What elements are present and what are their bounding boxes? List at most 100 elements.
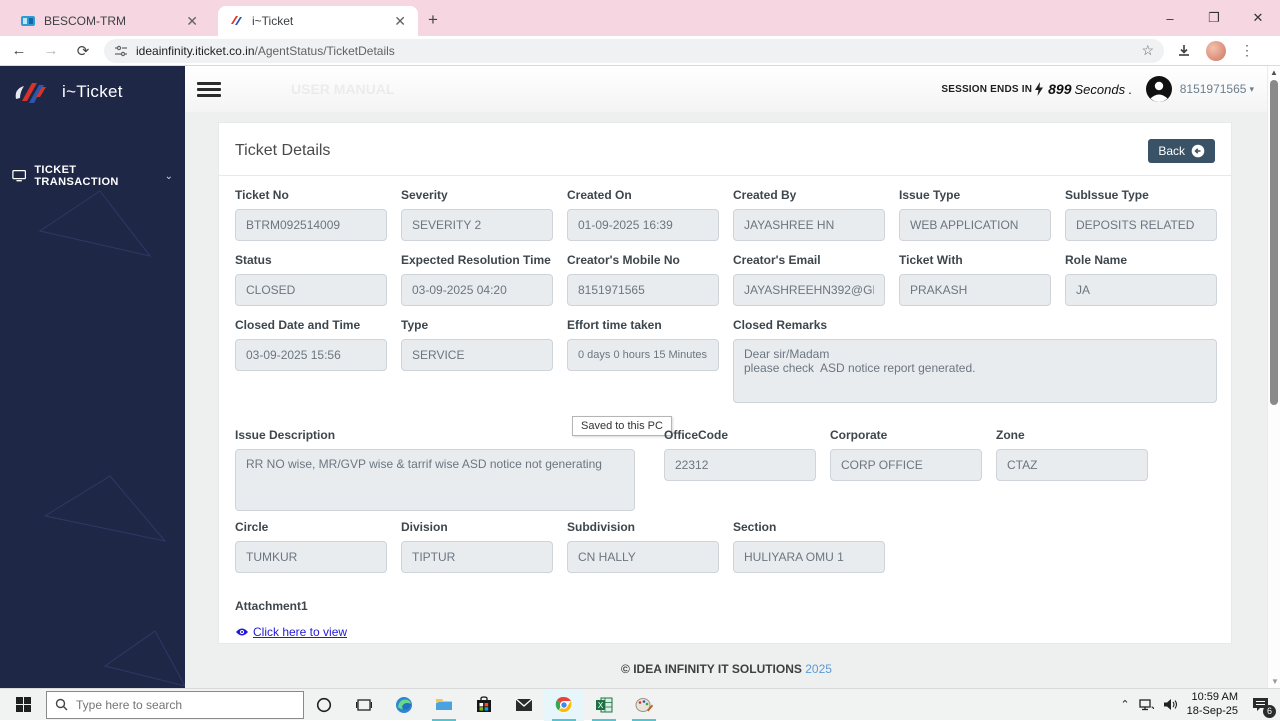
reload-icon[interactable]: ⟳: [70, 42, 96, 60]
status-field[interactable]: [235, 274, 387, 306]
tab-bescom-trm[interactable]: BESCOM-TRM ✕: [10, 6, 210, 36]
iticket-favicon-icon: [231, 16, 242, 25]
download-icon[interactable]: [1176, 43, 1192, 59]
role-name-field[interactable]: [1065, 274, 1217, 306]
scrollbar-thumb[interactable]: [1270, 80, 1278, 405]
user-manual-link[interactable]: USER MANUAL: [291, 81, 394, 97]
field-label: Created By: [733, 188, 797, 202]
start-button[interactable]: [0, 689, 46, 721]
chrome-button[interactable]: [544, 688, 584, 721]
user-id-dropdown[interactable]: 8151971565: [1180, 82, 1247, 96]
field-label: Corporate: [830, 428, 888, 442]
tray-chevron-icon[interactable]: ⌃: [1120, 698, 1129, 711]
cortana-button[interactable]: [304, 689, 344, 721]
subdivision-field[interactable]: [567, 541, 719, 573]
corporate-field[interactable]: [830, 449, 982, 481]
field-label: Subdivision: [567, 520, 636, 534]
divider: [219, 175, 1231, 176]
new-tab-button[interactable]: +: [428, 10, 438, 30]
field-row-5: Circle Division Subdivision Section: [219, 520, 1231, 573]
volume-icon[interactable]: [1163, 698, 1179, 711]
closed-remarks-field[interactable]: Dear sir/Madam please check ASD notice r…: [733, 339, 1217, 403]
field-label: Effort time taken: [567, 318, 662, 332]
page-content: Ticket Details Back Ticket No Severity C…: [185, 112, 1268, 688]
division-field[interactable]: [401, 541, 553, 573]
app-window: i~Ticket TICKET TRANSACTION ⌄ USER MANUA…: [0, 66, 1280, 688]
attachment-view-link[interactable]: Click here to view: [235, 625, 1215, 639]
vertical-scrollbar[interactable]: ▲ ▼: [1267, 66, 1280, 688]
edge-icon: [396, 696, 412, 713]
field-label: Closed Remarks: [733, 318, 828, 332]
issue-type-field[interactable]: [899, 209, 1051, 241]
issue-description-field[interactable]: RR NO wise, MR/GVP wise & tarrif wise AS…: [235, 449, 635, 511]
url-bar[interactable]: ideainfinity.iticket.co.in/AgentStatus/T…: [104, 38, 1164, 63]
edge-button[interactable]: [384, 689, 424, 721]
tab-iticket[interactable]: i~Ticket ✕: [218, 6, 418, 36]
site-settings-icon[interactable]: [114, 44, 128, 58]
chrome-menu-icon[interactable]: ⋮: [1240, 42, 1254, 59]
browser-titlebar: BESCOM-TRM ✕ i~Ticket ✕ + – ❐ ✕: [0, 0, 1280, 36]
field-label: Division: [401, 520, 448, 534]
notification-badge: 6: [1263, 704, 1276, 718]
ticket-details-panel: Ticket Details Back Ticket No Severity C…: [218, 122, 1232, 644]
paint-button[interactable]: [624, 689, 664, 721]
url-path: /AgentStatus/TicketDetails: [254, 43, 395, 58]
back-button[interactable]: Back: [1148, 139, 1215, 163]
bookmark-star-icon[interactable]: ☆: [1141, 42, 1154, 59]
field-label: Ticket With: [899, 253, 963, 267]
effort-time-field[interactable]: [567, 339, 719, 371]
circle-field[interactable]: [235, 541, 387, 573]
section-field[interactable]: [733, 541, 885, 573]
severity-field[interactable]: [401, 209, 553, 241]
taskbar-clock[interactable]: 10:59 AM 18-Sep-25: [1187, 691, 1238, 719]
sidebar-pattern: [38, 190, 152, 257]
ticket-no-field[interactable]: [235, 209, 387, 241]
window-controls: – ❐ ✕: [1148, 0, 1280, 36]
browser-profile-avatar[interactable]: [1206, 40, 1226, 61]
scrollbar-up-icon[interactable]: ▲: [1270, 68, 1278, 77]
network-icon[interactable]: [1138, 698, 1155, 712]
field-label: Ticket No: [235, 188, 289, 202]
mail-button[interactable]: [504, 689, 544, 721]
file-explorer-button[interactable]: [424, 689, 464, 721]
app-topbar: USER MANUAL SESSION ENDS IN 899 Seconds …: [185, 66, 1268, 112]
zone-field[interactable]: [996, 449, 1148, 481]
maximize-button[interactable]: ❐: [1192, 0, 1236, 36]
taskbar-search[interactable]: [46, 690, 304, 719]
close-button[interactable]: ✕: [1236, 0, 1280, 36]
ticket-with-field[interactable]: [899, 274, 1051, 306]
lightning-icon: [1035, 82, 1044, 96]
search-input[interactable]: [76, 697, 276, 712]
cortana-icon: [316, 697, 332, 712]
task-view-button[interactable]: [344, 689, 384, 721]
type-field[interactable]: [401, 339, 553, 371]
action-center-button[interactable]: 6: [1246, 693, 1276, 718]
hamburger-menu-icon[interactable]: [197, 79, 221, 100]
sidebar-item-ticket-transaction[interactable]: TICKET TRANSACTION ⌄: [0, 156, 185, 196]
expected-resolution-field[interactable]: [401, 274, 553, 306]
store-button[interactable]: [464, 689, 504, 721]
office-code-field[interactable]: [664, 449, 816, 481]
page-footer: © IDEA INFINITY IT SOLUTIONS 2025: [185, 662, 1268, 676]
created-by-field[interactable]: [733, 209, 885, 241]
scrollbar-down-icon[interactable]: ▼: [1271, 677, 1279, 686]
excel-button[interactable]: X: [584, 689, 624, 721]
creator-mobile-field[interactable]: [567, 274, 719, 306]
minimize-button[interactable]: –: [1148, 0, 1192, 36]
back-icon[interactable]: ←: [6, 42, 32, 59]
field-label: Role Name: [1065, 253, 1128, 267]
tab-close-icon[interactable]: ✕: [392, 13, 408, 30]
closed-datetime-field[interactable]: [235, 339, 387, 371]
subissue-type-field[interactable]: [1065, 209, 1217, 241]
creator-email-field[interactable]: [733, 274, 885, 306]
session-label: SESSION ENDS IN: [941, 83, 1033, 95]
browser-toolbar: ← → ⟳ ideainfinity.iticket.co.in/AgentSt…: [0, 36, 1280, 66]
field-label: Expected Resolution Time: [401, 253, 551, 267]
forward-icon[interactable]: →: [38, 42, 64, 59]
sidebar-pattern: [103, 630, 185, 687]
session-unit: Seconds: [1074, 81, 1126, 97]
user-avatar-icon[interactable]: [1145, 76, 1172, 102]
created-on-field[interactable]: [567, 209, 719, 241]
tab-close-icon[interactable]: ✕: [184, 13, 200, 30]
toolbar-right: ⋮: [1176, 40, 1254, 61]
